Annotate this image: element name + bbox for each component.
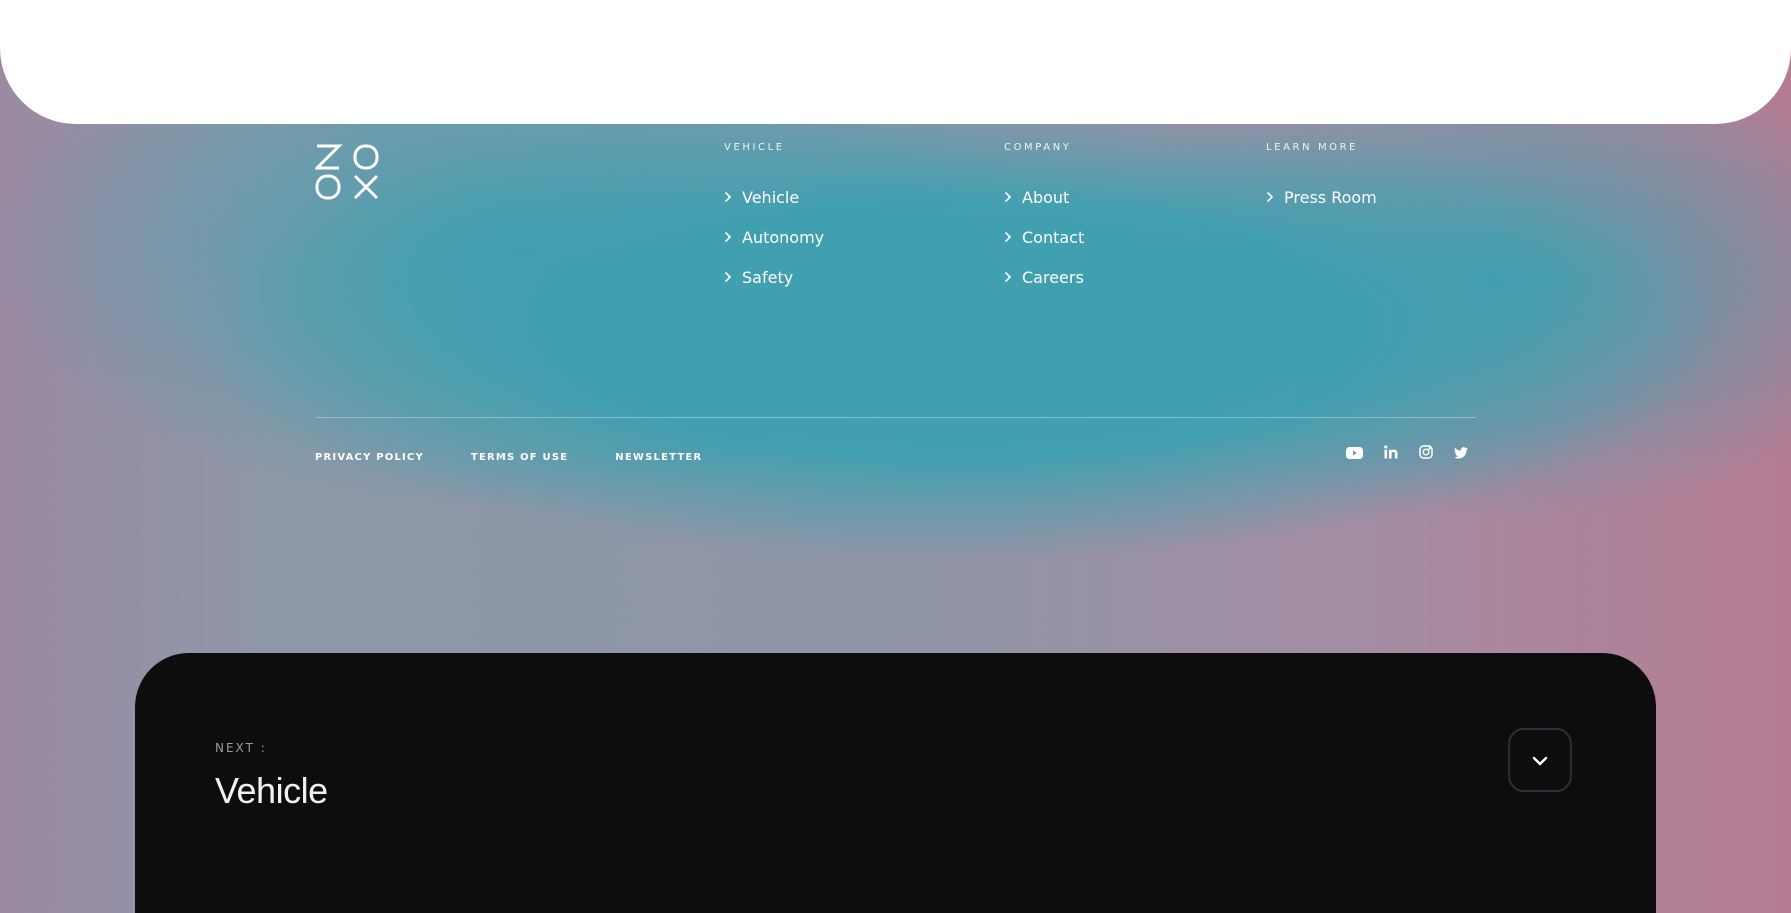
- footer-divider: [315, 417, 1476, 418]
- chevron-right-icon: [724, 191, 734, 203]
- next-scroll-button[interactable]: [1508, 728, 1572, 792]
- footer-link-about[interactable]: About: [1004, 177, 1084, 217]
- next-section-card[interactable]: NEXT : Vehicle: [135, 653, 1656, 913]
- footer-link-label: Press Room: [1284, 187, 1377, 207]
- footer-link-careers[interactable]: Careers: [1004, 257, 1084, 297]
- column-heading: VEHICLE: [724, 142, 785, 153]
- footer-link-press-room[interactable]: Press Room: [1266, 177, 1377, 217]
- linkedin-icon[interactable]: [1384, 444, 1398, 463]
- footer-link-label: Careers: [1022, 267, 1084, 287]
- legal-links: PRIVACY POLICY TERMS OF USE NEWSLETTER: [315, 452, 749, 463]
- column-heading: LEARN MORE: [1266, 142, 1359, 153]
- footer-column-vehicle: VEHICLE Vehicle Autonomy Safety: [724, 142, 824, 297]
- footer-link-label: About: [1022, 187, 1070, 207]
- chevron-right-icon: [1004, 271, 1014, 283]
- footer-link-label: Vehicle: [742, 187, 800, 207]
- chevron-right-icon: [1004, 191, 1014, 203]
- social-links: [1346, 444, 1468, 463]
- twitter-icon[interactable]: [1454, 444, 1468, 463]
- newsletter-link[interactable]: NEWSLETTER: [615, 452, 702, 463]
- chevron-right-icon: [724, 271, 734, 283]
- footer-link-contact[interactable]: Contact: [1004, 217, 1084, 257]
- footer-column-company: COMPANY About Contact Careers: [1004, 142, 1084, 297]
- footer-column-learn-more: LEARN MORE Press Room: [1266, 142, 1377, 217]
- zoox-logo[interactable]: [315, 142, 379, 202]
- footer-link-autonomy[interactable]: Autonomy: [724, 217, 824, 257]
- footer-link-vehicle[interactable]: Vehicle: [724, 177, 824, 217]
- terms-of-use-link[interactable]: TERMS OF USE: [471, 452, 568, 463]
- instagram-icon[interactable]: [1419, 444, 1433, 463]
- chevron-down-icon: [1532, 751, 1548, 770]
- footer-link-label: Safety: [742, 267, 794, 287]
- column-heading: COMPANY: [1004, 142, 1072, 153]
- footer-link-label: Contact: [1022, 227, 1085, 247]
- next-label: NEXT :: [215, 741, 267, 755]
- footer-link-label: Autonomy: [742, 227, 825, 247]
- footer-link-safety[interactable]: Safety: [724, 257, 824, 297]
- chevron-right-icon: [724, 231, 734, 243]
- top-content-card: [0, 0, 1791, 124]
- youtube-icon[interactable]: [1346, 444, 1363, 463]
- logo-letter-z: [315, 144, 343, 170]
- next-title[interactable]: Vehicle: [215, 770, 328, 812]
- privacy-policy-link[interactable]: PRIVACY POLICY: [315, 452, 424, 463]
- chevron-right-icon: [1004, 231, 1014, 243]
- chevron-right-icon: [1266, 191, 1276, 203]
